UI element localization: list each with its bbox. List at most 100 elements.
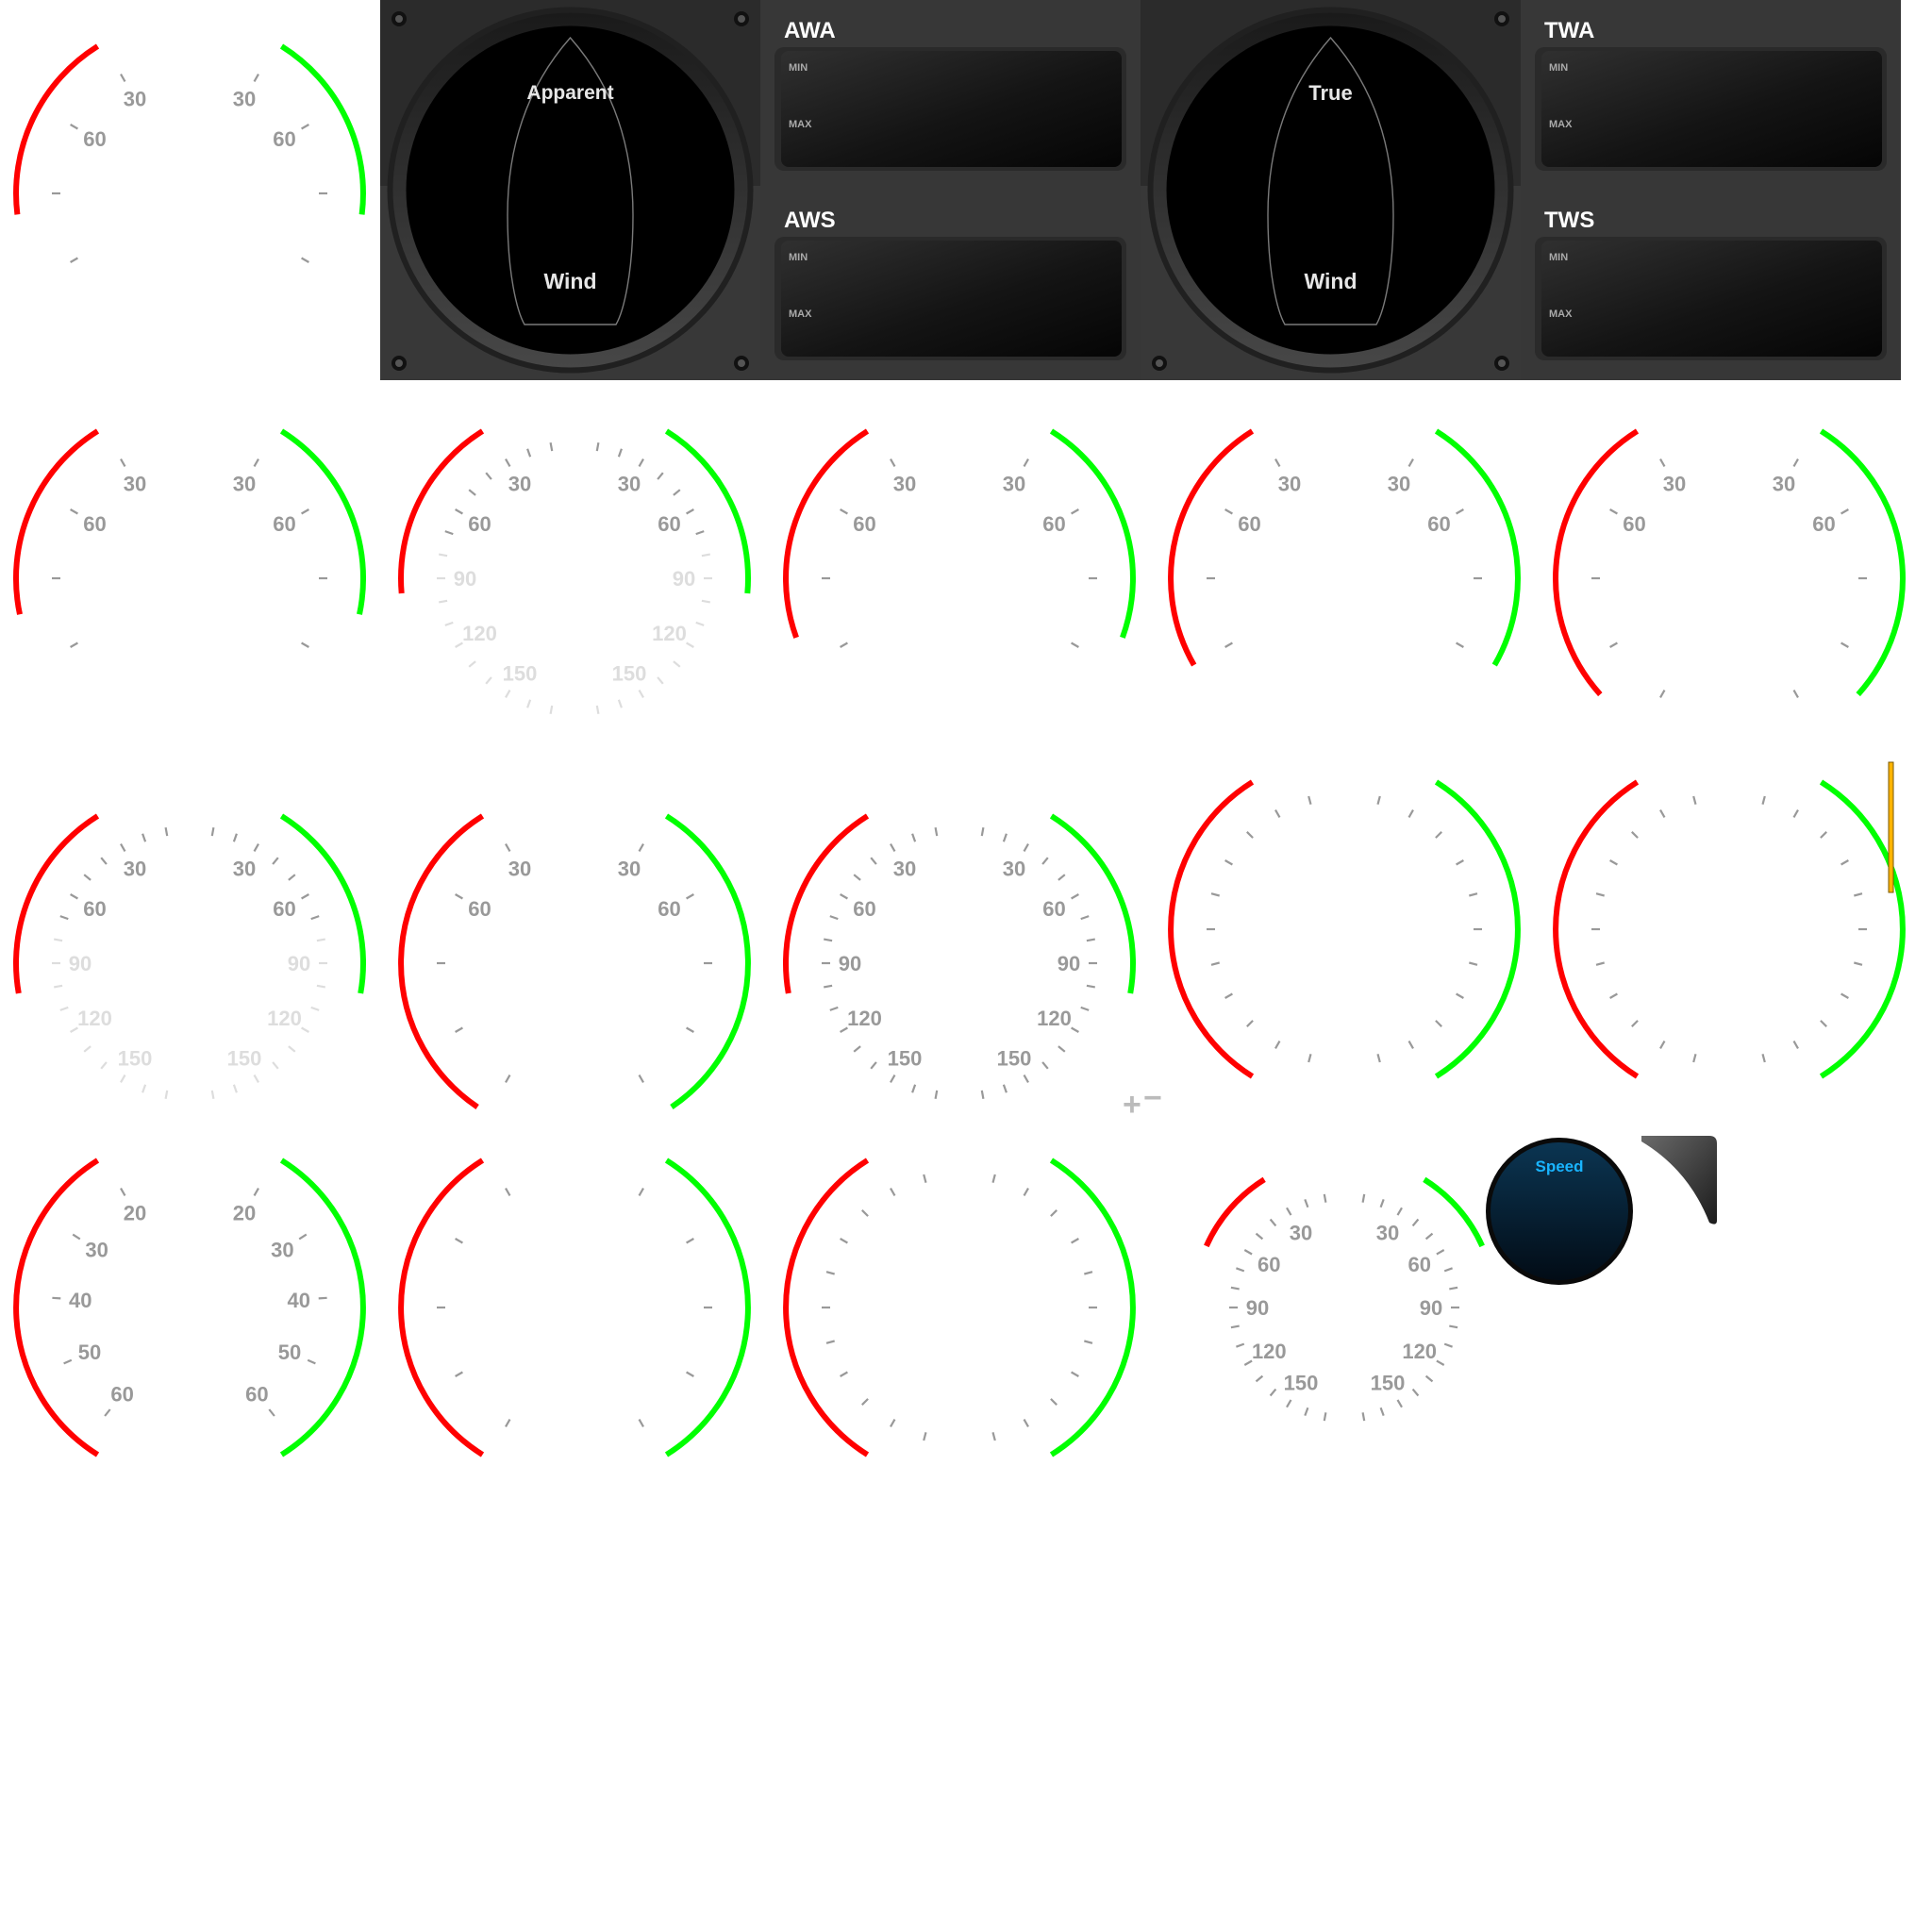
tick-mark bbox=[1246, 1020, 1254, 1027]
tick-mark bbox=[455, 1026, 463, 1033]
zoom-control[interactable]: + − bbox=[1123, 1080, 1162, 1123]
tick-mark bbox=[1041, 1061, 1049, 1070]
tick-mark bbox=[840, 1371, 848, 1377]
tick-mark bbox=[1086, 984, 1095, 989]
tick-mark bbox=[1376, 1054, 1381, 1063]
tick-mark bbox=[1274, 458, 1281, 467]
tick-mark bbox=[829, 915, 839, 921]
tick-mark bbox=[1210, 961, 1220, 966]
tick-mark bbox=[63, 1358, 73, 1365]
tick-mark bbox=[657, 472, 664, 480]
tick-mark bbox=[1407, 1041, 1414, 1049]
tick-mark bbox=[638, 690, 644, 698]
scale-label: 120 bbox=[462, 622, 497, 645]
scale-label: 30 bbox=[508, 858, 531, 881]
tick-mark bbox=[911, 833, 917, 842]
tick-mark bbox=[1307, 1054, 1312, 1063]
tick-mark bbox=[52, 1296, 61, 1300]
wind-angle-gauge: 30 30 60 60 90 90 120 120 150 150 bbox=[1204, 1176, 1485, 1422]
tick-mark bbox=[210, 1090, 215, 1099]
tick-mark bbox=[1071, 893, 1079, 900]
scale-label: 30 bbox=[1003, 473, 1025, 496]
tick-mark bbox=[1379, 1407, 1385, 1416]
tick-mark bbox=[1023, 1188, 1029, 1196]
tick-mark bbox=[1307, 795, 1312, 805]
tick-mark bbox=[1840, 508, 1849, 515]
tick-mark bbox=[1071, 641, 1079, 648]
scale-label: 30 bbox=[85, 1239, 108, 1262]
tick-mark bbox=[1792, 690, 1799, 698]
tick-mark bbox=[1286, 1399, 1292, 1408]
tick-mark bbox=[1792, 458, 1799, 467]
scale-label: 60 bbox=[273, 127, 295, 151]
scale-label: 60 bbox=[273, 897, 295, 921]
tick-mark bbox=[825, 1340, 835, 1344]
tick-mark bbox=[923, 1174, 927, 1183]
tick-mark bbox=[505, 690, 511, 698]
tick-mark bbox=[1224, 508, 1233, 515]
scale-label: 40 bbox=[69, 1289, 92, 1312]
tick-mark bbox=[829, 1006, 839, 1011]
scale-label: 90 bbox=[454, 567, 476, 591]
tick-mark bbox=[301, 257, 309, 263]
tick-mark bbox=[1058, 874, 1066, 881]
tick-mark bbox=[980, 827, 985, 837]
tick-mark bbox=[1002, 1084, 1008, 1093]
tick-mark bbox=[673, 489, 681, 496]
tick-mark bbox=[638, 1419, 644, 1427]
tick-mark bbox=[1631, 831, 1639, 839]
tick-mark bbox=[890, 1419, 896, 1427]
tick-mark bbox=[301, 124, 309, 130]
tick-mark bbox=[232, 1084, 238, 1093]
tick-mark bbox=[72, 1233, 81, 1241]
tick-mark bbox=[142, 833, 147, 842]
tick-mark bbox=[595, 705, 600, 714]
speed-knob[interactable]: Speed bbox=[1486, 1138, 1633, 1285]
port-arc bbox=[1204, 1176, 1266, 1248]
tick-mark bbox=[1379, 1199, 1385, 1208]
tick-mark bbox=[617, 448, 623, 458]
scale-label: 30 bbox=[124, 473, 146, 496]
tick-mark bbox=[316, 938, 325, 942]
tick-mark bbox=[1435, 1020, 1442, 1027]
scale-label: 150 bbox=[503, 662, 538, 686]
tick-mark bbox=[870, 857, 877, 865]
scale-label: 120 bbox=[77, 1007, 112, 1030]
plus-icon[interactable]: + bbox=[1123, 1087, 1141, 1123]
tick-mark bbox=[1443, 1267, 1453, 1273]
tick-mark bbox=[120, 843, 126, 852]
scale-label: 50 bbox=[78, 1341, 101, 1364]
tick-mark bbox=[455, 508, 463, 515]
minus-icon[interactable]: − bbox=[1143, 1080, 1162, 1116]
tick-mark bbox=[253, 1074, 259, 1083]
wind-angle-gauge: 30 30 60 60 bbox=[13, 428, 366, 648]
tick-mark bbox=[1243, 1249, 1253, 1256]
tick-mark bbox=[288, 874, 296, 881]
tick-mark bbox=[1424, 1232, 1434, 1241]
scale-label: 40 bbox=[287, 1289, 309, 1312]
scale-label: 30 bbox=[1003, 858, 1025, 881]
tick-mark bbox=[1840, 641, 1849, 648]
tick-mark bbox=[1236, 1267, 1245, 1273]
tick-mark bbox=[638, 1188, 644, 1196]
scale-label: 60 bbox=[853, 897, 875, 921]
tick-mark bbox=[210, 827, 215, 837]
scale-label: 120 bbox=[1037, 1007, 1072, 1030]
port-arc bbox=[1168, 428, 1255, 667]
scale-label: 30 bbox=[1388, 473, 1410, 496]
tick-mark bbox=[1023, 1419, 1029, 1427]
tick-mark bbox=[853, 1045, 861, 1053]
scale-label: 50 bbox=[278, 1341, 301, 1364]
tick-mark bbox=[288, 1045, 296, 1053]
tick-mark bbox=[301, 641, 309, 648]
starboard-arc bbox=[1819, 428, 1906, 697]
tick-mark bbox=[70, 124, 78, 130]
tick-mark bbox=[316, 984, 325, 989]
tick-mark bbox=[70, 257, 78, 263]
tick-mark bbox=[695, 621, 705, 626]
tick-mark bbox=[1595, 961, 1605, 966]
tick-mark bbox=[455, 1371, 463, 1377]
scale-label: 60 bbox=[853, 512, 875, 536]
tick-mark bbox=[301, 508, 309, 515]
scale-label: 150 bbox=[612, 662, 647, 686]
